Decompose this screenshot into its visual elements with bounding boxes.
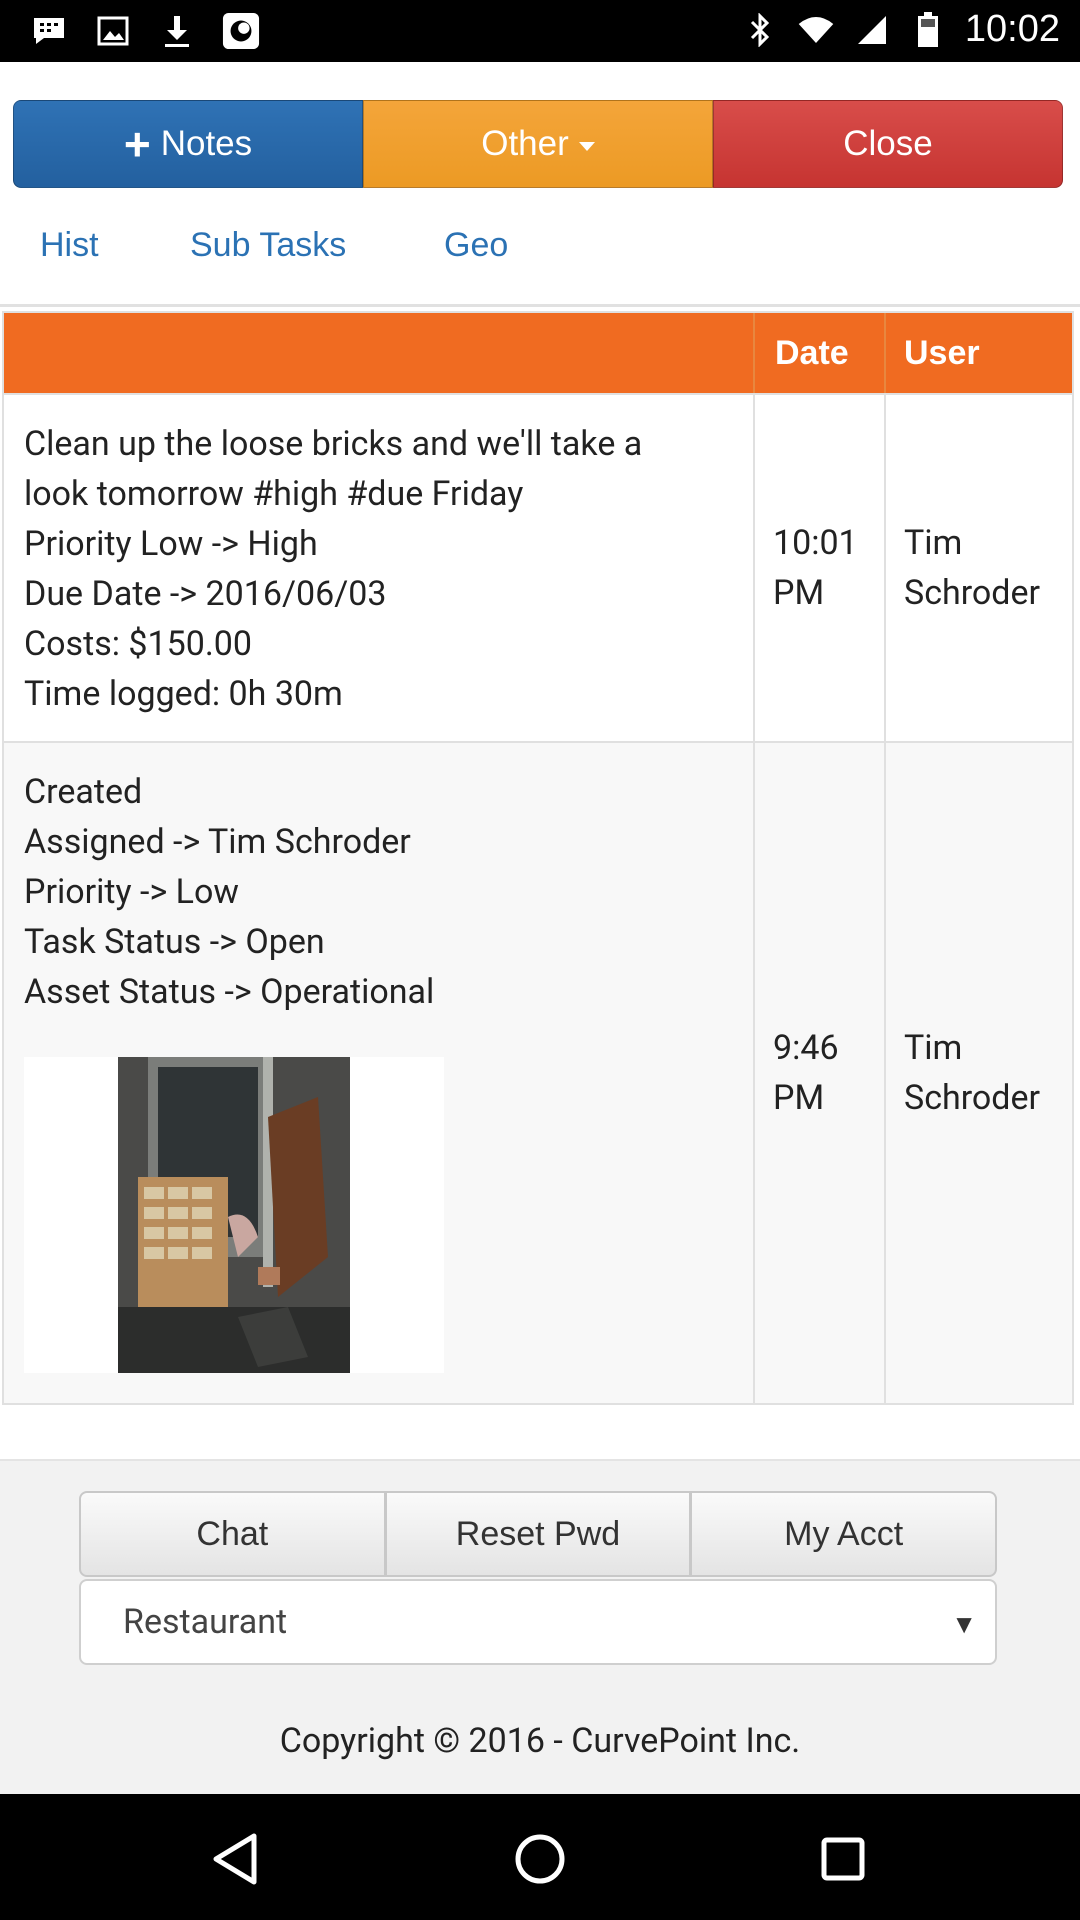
my-account-button[interactable]: My Acct (691, 1491, 998, 1577)
location-select-value: Restaurant (123, 1602, 288, 1642)
clock-time: 10:02 (964, 8, 1060, 50)
other-button-label: Other (481, 124, 569, 163)
date-time: 10:01 (773, 523, 858, 563)
user-last-name: Schroder (904, 573, 1041, 613)
table-row: Clean up the loose bricks and we'll take… (4, 393, 1072, 741)
location-select[interactable]: Restaurant ▼ (79, 1579, 997, 1665)
close-button-label: Close (843, 124, 933, 163)
history-user: Tim Schroder (886, 743, 1072, 1403)
history-user: Tim Schroder (886, 395, 1072, 741)
tabs-divider (0, 304, 1080, 307)
history-description: Created Assigned -> Tim Schroder Priorit… (4, 743, 755, 1403)
history-date: 9:46 PM (755, 743, 886, 1403)
wifi-icon (797, 11, 835, 49)
download-icon (158, 12, 196, 50)
user-last-name: Schroder (904, 1078, 1041, 1118)
history-line: Created (24, 772, 143, 812)
dropdown-arrow-icon: ▼ (951, 1610, 977, 1640)
table-row: Created Assigned -> Tim Schroder Priorit… (4, 741, 1072, 1403)
signal-icon (853, 11, 891, 49)
app-icon (222, 12, 260, 50)
history-table: Date User Clean up the loose bricks and … (2, 311, 1074, 1405)
history-line: Priority -> Low (24, 872, 239, 912)
history-date: 10:01 PM (755, 395, 886, 741)
date-meridiem: PM (773, 1078, 825, 1118)
table-header: Date User (4, 313, 1072, 393)
image-icon (94, 12, 132, 50)
history-line: Costs: $150.00 (24, 624, 253, 664)
date-time: 9:46 (773, 1028, 839, 1068)
user-first-name: Tim (904, 1028, 963, 1068)
bluetooth-icon (741, 11, 779, 49)
history-description: Clean up the loose bricks and we'll take… (4, 395, 755, 741)
copyright-text: Copyright © 2016 - CurvePoint Inc. (279, 1721, 801, 1761)
history-line: Task Status -> Open (24, 922, 325, 962)
tab-sub-tasks[interactable]: Sub Tasks (190, 226, 346, 265)
recent-apps-icon[interactable] (808, 1824, 878, 1894)
user-first-name: Tim (904, 523, 963, 563)
notes-button-label: Notes (160, 124, 253, 163)
footer: Chat Reset Pwd My Acct Restaurant ▼ Copy… (0, 1459, 1080, 1794)
tab-geo[interactable]: Geo (444, 226, 508, 265)
history-line: look tomorrow #high #due Friday (24, 474, 524, 514)
column-header-date: Date (755, 313, 886, 393)
brick-damage-photo (118, 1057, 350, 1373)
history-line: Clean up the loose bricks and we'll take… (24, 424, 643, 464)
home-icon[interactable] (505, 1824, 575, 1894)
action-button-group: + Notes Other Close (13, 100, 1063, 188)
history-line: Due Date -> 2016/06/03 (24, 574, 387, 614)
attachment-thumbnail[interactable] (24, 1057, 444, 1373)
history-line: Priority Low -> High (24, 524, 318, 564)
history-line: Assigned -> Tim Schroder (24, 822, 411, 862)
close-button[interactable]: Close (713, 100, 1063, 188)
battery-icon (909, 11, 947, 49)
tab-bar: Hist Sub Tasks Geo (0, 226, 1080, 306)
caret-down-icon (578, 141, 595, 151)
bbm-icon (30, 12, 68, 50)
column-header-description (4, 313, 755, 393)
navigation-bar (0, 1794, 1080, 1920)
history-line: Time logged: 0h 30m (24, 674, 343, 714)
chat-button[interactable]: Chat (79, 1491, 386, 1577)
history-line: Asset Status -> Operational (24, 972, 435, 1012)
status-bar: 10:02 (0, 0, 1080, 62)
plus-icon: + (123, 118, 151, 170)
footer-button-group: Chat Reset Pwd My Acct (79, 1491, 998, 1577)
date-meridiem: PM (773, 573, 825, 613)
tab-hist[interactable]: Hist (40, 226, 99, 265)
other-dropdown-button[interactable]: Other (363, 100, 713, 188)
notes-button[interactable]: + Notes (13, 100, 363, 188)
back-icon[interactable] (200, 1824, 270, 1894)
column-header-user: User (904, 333, 980, 372)
reset-password-button[interactable]: Reset Pwd (385, 1491, 692, 1577)
